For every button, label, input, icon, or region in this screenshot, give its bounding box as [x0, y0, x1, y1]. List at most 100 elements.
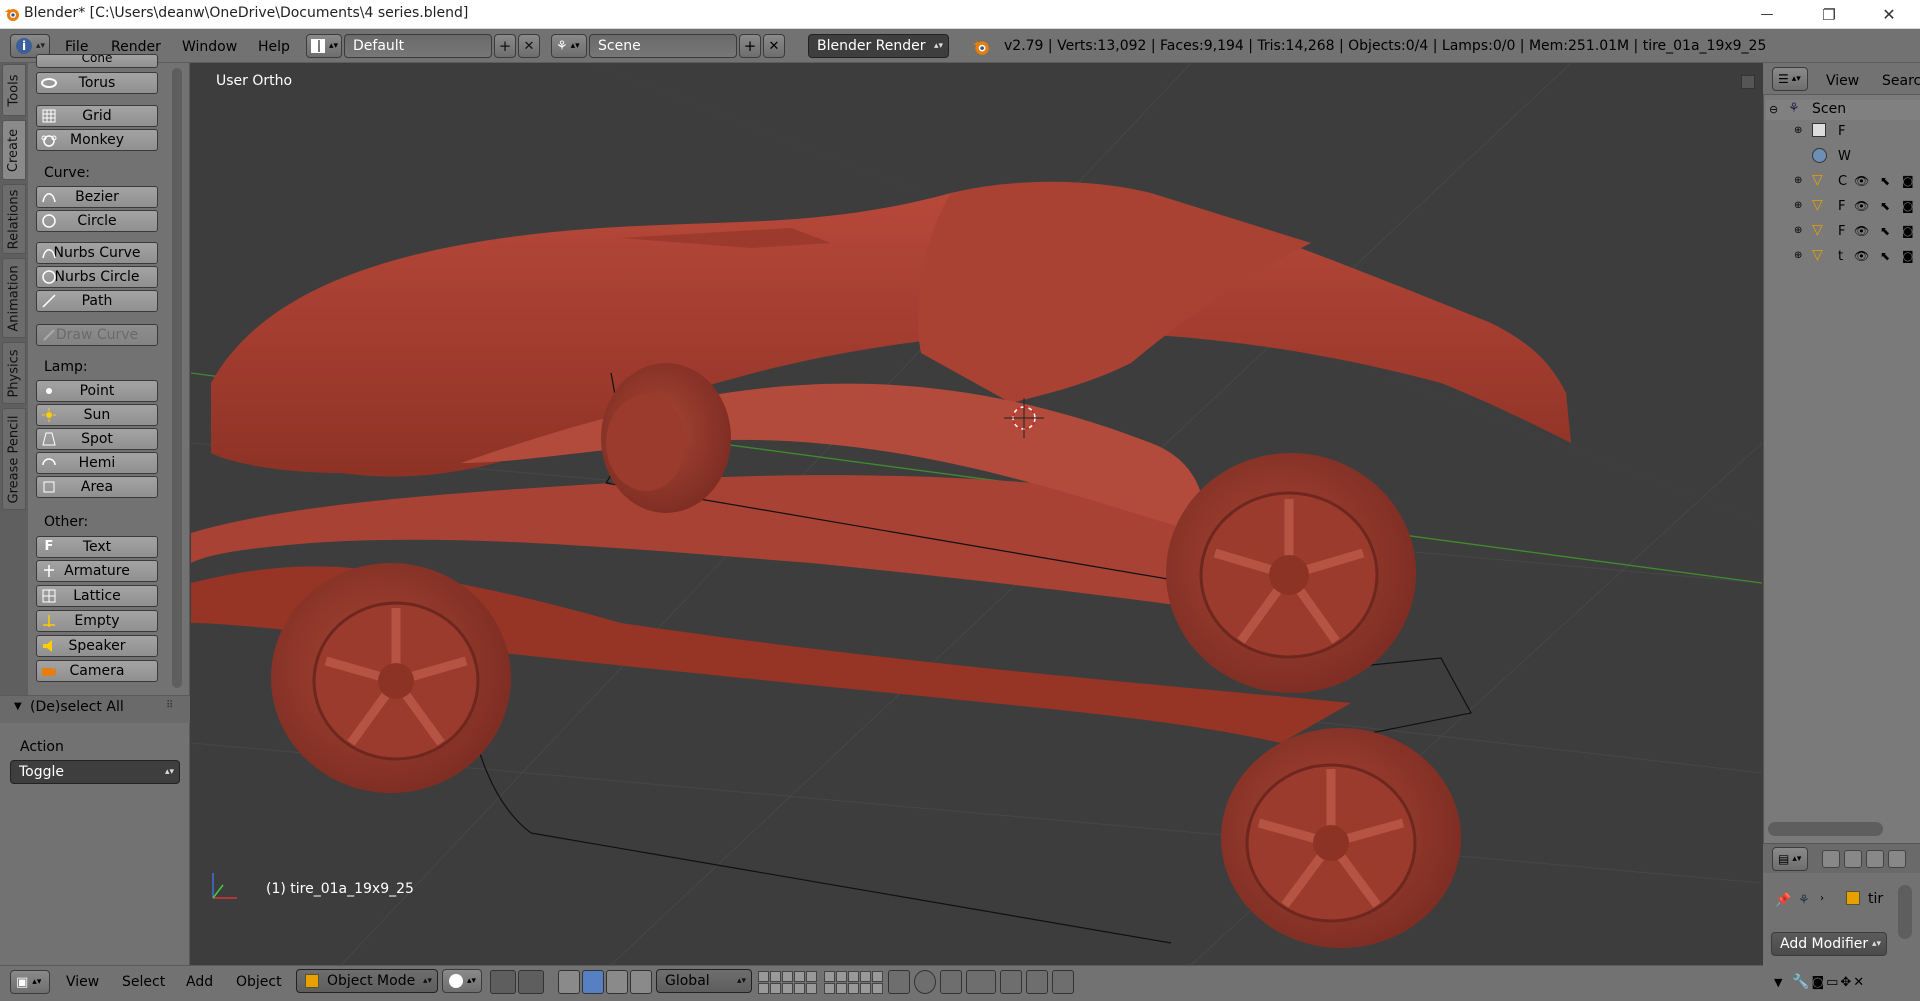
snap-target-icon[interactable]	[1000, 970, 1022, 994]
view3d-editor-type-button[interactable]: ▣ ▴▾	[10, 970, 50, 994]
selectable-cursor-icon[interactable]: ⬉	[1880, 174, 1890, 188]
remove-scene-button[interactable]: ✕	[763, 34, 785, 58]
selectable-cursor-icon[interactable]: ⬉	[1880, 224, 1890, 238]
tool-bezier-button[interactable]: Bezier	[36, 186, 158, 208]
camera-icon[interactable]: ◙	[1811, 975, 1824, 990]
tool-path-button[interactable]: Path	[36, 290, 158, 312]
tab-create[interactable]: Create	[2, 120, 26, 180]
snap-element-icon[interactable]	[966, 970, 996, 994]
add-scene-button[interactable]: +	[739, 34, 761, 58]
proportional-edit-icon[interactable]	[914, 970, 936, 994]
menu-object[interactable]: Object	[236, 974, 282, 990]
outliner-row-label[interactable]: F	[1838, 124, 1845, 139]
tool-empty-button[interactable]: Empty	[36, 610, 158, 632]
expand-plus-icon[interactable]: ⊕	[1794, 200, 1802, 211]
expand-plus-icon[interactable]: ⊕	[1794, 250, 1802, 261]
menu-help[interactable]: Help	[258, 36, 290, 58]
render-animation-icon[interactable]	[1052, 970, 1074, 994]
tool-cone-button[interactable]: Cone	[36, 54, 158, 68]
add-modifier-dropdown[interactable]: Add Modifier ▴▾	[1771, 932, 1887, 956]
selectable-cursor-icon[interactable]: ⬉	[1880, 199, 1890, 213]
expand-plus-icon[interactable]: ⊕	[1794, 125, 1802, 136]
close-button[interactable]: ✕	[1866, 0, 1912, 29]
pin-icon[interactable]: 📌	[1775, 893, 1791, 908]
menu-add[interactable]: Add	[186, 974, 213, 990]
layers-tab-icon[interactable]	[1844, 850, 1862, 868]
collapse-minus-icon[interactable]: ⊖	[1769, 103, 1778, 116]
wheel-rear-left[interactable]	[1221, 728, 1461, 948]
outliner-row-label[interactable]: F	[1838, 224, 1845, 239]
scene-tab-icon[interactable]	[1866, 850, 1884, 868]
render-still-icon[interactable]	[1026, 970, 1048, 994]
pivot-point-icon[interactable]	[490, 970, 516, 994]
snapping-and-render-tools[interactable]	[888, 970, 1100, 994]
tool-area-lamp-button[interactable]: Area	[36, 476, 158, 498]
display-icon[interactable]: ▭	[1826, 975, 1838, 990]
scene-layers-grid[interactable]	[758, 970, 883, 994]
manipulator-toggle-icon[interactable]	[518, 970, 544, 994]
remove-layout-button[interactable]: ✕	[518, 34, 540, 58]
outliner-row-label[interactable]: t	[1838, 249, 1843, 264]
tool-nurbs-circle-button[interactable]: Nurbs Circle	[36, 266, 158, 288]
translate-manipulator-icon[interactable]	[558, 970, 580, 994]
scale-manipulator-icon[interactable]	[630, 970, 652, 994]
visibility-eye-icon[interactable]: 👁	[1854, 224, 1869, 238]
maximize-button[interactable]: ❐	[1806, 0, 1852, 29]
properties-context-tabs[interactable]	[1822, 850, 1918, 870]
tool-text-button[interactable]: F Text	[36, 536, 158, 558]
visibility-eye-icon[interactable]: 👁	[1854, 199, 1869, 213]
transform-orientation-dropdown[interactable]: Global ▴▾	[656, 969, 752, 993]
scene-field[interactable]: Scene	[589, 34, 737, 58]
rotate-manipulator-icon[interactable]	[606, 970, 628, 994]
visibility-eye-icon[interactable]: 👁	[1854, 174, 1869, 188]
world-tab-icon[interactable]	[1888, 850, 1906, 868]
lock-layers-icon[interactable]	[888, 970, 910, 994]
tool-circle-button[interactable]: Circle	[36, 210, 158, 232]
drag-handle-icon[interactable]: ⠿	[166, 700, 173, 711]
action-dropdown[interactable]: Toggle ▴▾	[10, 760, 180, 784]
tool-camera-button[interactable]: Camera	[36, 660, 158, 682]
render-engine-dropdown[interactable]: Blender Render ▴▾	[808, 34, 949, 58]
collapse-triangle-icon[interactable]: ▼	[1774, 976, 1782, 989]
pivot-and-snap-controls[interactable]	[490, 970, 554, 994]
menu-view[interactable]: View	[66, 974, 99, 990]
region-expand-icon[interactable]	[1741, 75, 1755, 89]
scene-selector[interactable]: ⚘ ▴▾	[551, 34, 587, 58]
tool-monkey-button[interactable]: Monkey	[36, 129, 158, 151]
render-tab-icon[interactable]	[1822, 850, 1840, 868]
render-camera-icon[interactable]: ◙	[1902, 199, 1914, 213]
screen-layout-selector[interactable]: ▴▾	[306, 34, 342, 58]
tab-physics[interactable]: Physics	[2, 342, 26, 404]
expand-plus-icon[interactable]: ⊕	[1794, 175, 1802, 186]
translate-active-icon[interactable]	[582, 970, 604, 994]
tab-tools[interactable]: Tools	[2, 64, 26, 116]
screen-layout-field[interactable]: Default	[344, 34, 492, 58]
tool-draw-curve-button[interactable]: Draw Curve	[36, 324, 158, 346]
move-icon[interactable]: ✥	[1840, 975, 1851, 990]
add-layout-button[interactable]: +	[494, 34, 516, 58]
properties-editor-type-button[interactable]: ▤ ▴▾	[1772, 847, 1808, 871]
minimize-button[interactable]: —	[1744, 0, 1790, 29]
modifier-header-icons[interactable]: 🔧 ◙ ▭ ✥ ✕	[1792, 970, 1912, 994]
x-icon[interactable]: ✕	[1853, 975, 1864, 990]
outliner-row-label[interactable]: F	[1838, 199, 1845, 214]
expand-plus-icon[interactable]: ⊕	[1794, 225, 1802, 236]
mode-dropdown[interactable]: Object Mode ▴▾	[296, 969, 438, 993]
tab-animation[interactable]: Animation	[2, 258, 26, 338]
render-camera-icon[interactable]: ◙	[1902, 174, 1914, 188]
wheel-front-left[interactable]	[271, 563, 511, 793]
properties-scrollbar[interactable]	[1898, 885, 1912, 939]
snap-magnet-icon[interactable]	[940, 970, 962, 994]
menu-window[interactable]: Window	[182, 36, 237, 58]
render-camera-icon[interactable]: ◙	[1902, 249, 1914, 263]
outliner-search-menu[interactable]: Searc	[1882, 70, 1920, 92]
tool-shelf-scrollbar[interactable]	[172, 68, 182, 688]
wrench-icon[interactable]: 🔧	[1792, 974, 1809, 990]
menu-select[interactable]: Select	[122, 974, 165, 990]
render-camera-icon[interactable]: ◙	[1902, 224, 1914, 238]
selectable-cursor-icon[interactable]: ⬉	[1880, 249, 1890, 263]
visibility-eye-icon[interactable]: 👁	[1854, 249, 1869, 263]
tab-relations[interactable]: Relations	[2, 184, 26, 254]
transform-manipulators[interactable]	[558, 970, 654, 994]
tool-point-lamp-button[interactable]: Point	[36, 380, 158, 402]
